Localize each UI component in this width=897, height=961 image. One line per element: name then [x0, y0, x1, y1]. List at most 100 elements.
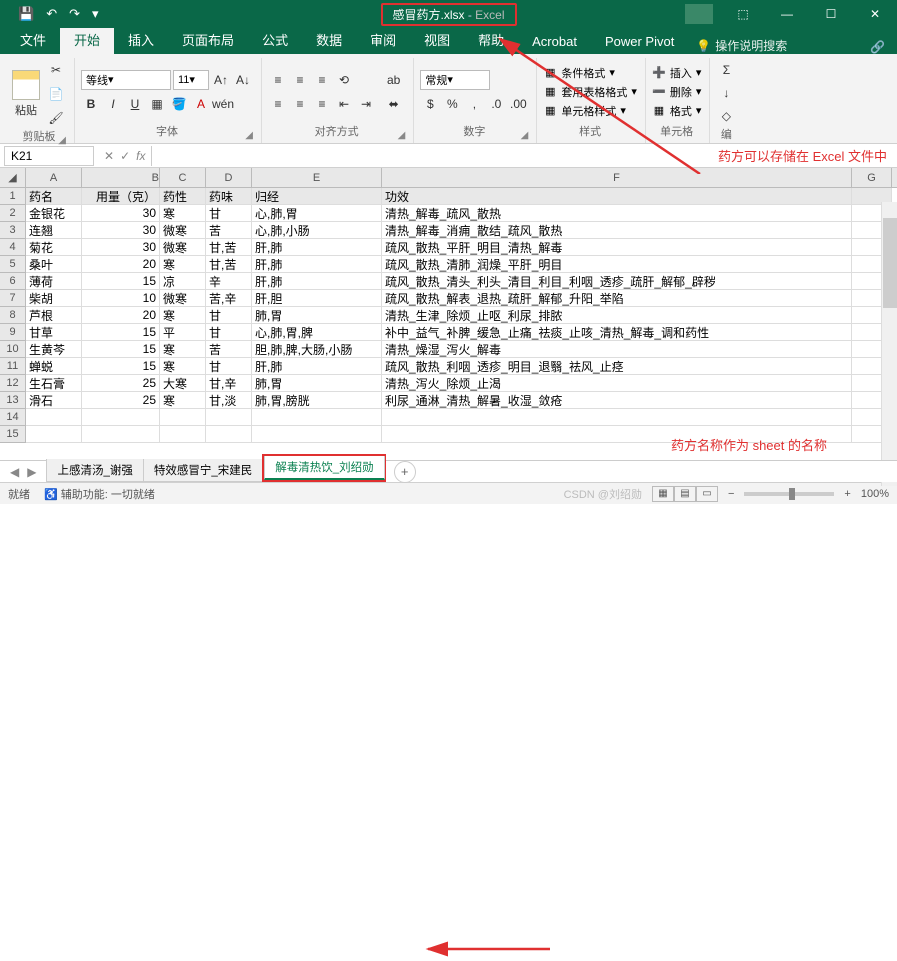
cell[interactable]: 15 — [82, 358, 160, 374]
cell[interactable]: 15 — [82, 273, 160, 289]
align-top-icon[interactable]: ≡ — [268, 70, 288, 90]
grid-row[interactable]: 药名用量（克）药性药味归经功效 — [26, 188, 892, 205]
currency-icon[interactable]: $ — [420, 94, 440, 114]
row-header[interactable]: 13 — [0, 392, 26, 409]
increase-font-icon[interactable]: A↑ — [211, 70, 231, 90]
zoom-level[interactable]: 100% — [861, 488, 889, 500]
select-all-corner[interactable]: ◢ — [0, 168, 26, 188]
format-as-table-button[interactable]: ▦套用表格格式 ▾ — [543, 84, 637, 100]
cell-styles-button[interactable]: ▦单元格样式 ▾ — [543, 103, 637, 119]
decrease-font-icon[interactable]: A↓ — [233, 70, 253, 90]
cell[interactable]: 肝,肺 — [252, 256, 382, 272]
cell[interactable]: 肝,肺 — [252, 273, 382, 289]
cell[interactable]: 寒 — [160, 256, 206, 272]
cell[interactable]: 胆,肺,脾,大肠,小肠 — [252, 341, 382, 357]
cell[interactable]: 寒 — [160, 392, 206, 408]
indent-decrease-icon[interactable]: ⇤ — [334, 94, 354, 114]
cell[interactable]: 大寒 — [160, 375, 206, 391]
sheet-nav-next-icon[interactable]: ▶ — [27, 465, 36, 479]
minimize-button[interactable]: — — [765, 0, 809, 28]
align-bottom-icon[interactable]: ≡ — [312, 70, 332, 90]
tab-data[interactable]: 数据 — [302, 25, 356, 54]
phonetic-button[interactable]: wén — [213, 94, 233, 114]
paste-button[interactable]: 粘贴 — [12, 70, 40, 118]
vertical-scrollbar[interactable] — [881, 202, 897, 486]
cell[interactable]: 微寒 — [160, 290, 206, 306]
dialog-launcher-icon[interactable]: ◢ — [398, 130, 406, 141]
cell[interactable]: 寒 — [160, 358, 206, 374]
save-icon[interactable]: 💾 — [18, 6, 34, 22]
cell[interactable]: 药性 — [160, 188, 206, 204]
cell[interactable]: 用量（克） — [82, 188, 160, 204]
cell[interactable]: 寒 — [160, 307, 206, 323]
cell[interactable]: 凉 — [160, 273, 206, 289]
zoom-in-icon[interactable]: + — [844, 488, 850, 500]
clear-icon[interactable]: ◇ — [716, 106, 736, 126]
cell[interactable]: 微寒 — [160, 239, 206, 255]
cell[interactable]: 平 — [160, 324, 206, 340]
row-header[interactable]: 2 — [0, 205, 26, 222]
tab-page-layout[interactable]: 页面布局 — [168, 25, 248, 54]
grid-row[interactable]: 连翘30微寒苦心,肺,小肠清热_解毒_消痈_散结_疏风_散热 — [26, 222, 892, 239]
align-middle-icon[interactable]: ≡ — [290, 70, 310, 90]
border-button[interactable]: ▦ — [147, 94, 167, 114]
grid-row[interactable]: 生石膏25大寒甘,辛肺,胃清热_泻火_除烦_止渴 — [26, 375, 892, 392]
indent-increase-icon[interactable]: ⇥ — [356, 94, 376, 114]
row-header[interactable]: 9 — [0, 324, 26, 341]
normal-view-icon[interactable]: ▦ — [652, 486, 674, 502]
redo-icon[interactable]: ↷ — [69, 6, 80, 22]
cell[interactable]: 辛 — [206, 273, 252, 289]
cell[interactable]: 滑石 — [26, 392, 82, 408]
cell[interactable]: 苦,辛 — [206, 290, 252, 306]
wrap-text-button[interactable]: ab — [382, 70, 405, 90]
dialog-launcher-icon[interactable]: ◢ — [521, 130, 529, 141]
italic-button[interactable]: I — [103, 94, 123, 114]
cell[interactable]: 10 — [82, 290, 160, 306]
cell[interactable]: 心,肺,胃 — [252, 205, 382, 221]
cell[interactable]: 菊花 — [26, 239, 82, 255]
grid-row[interactable] — [26, 409, 892, 426]
percent-icon[interactable]: % — [442, 94, 462, 114]
tab-help[interactable]: 帮助 — [464, 25, 518, 54]
undo-icon[interactable]: ↶ — [46, 6, 57, 22]
cell[interactable]: 25 — [82, 375, 160, 391]
grid-row[interactable]: 滑石25寒甘,淡肺,胃,膀胱利尿_通淋_清热_解暑_收湿_敛疮 — [26, 392, 892, 409]
row-header[interactable]: 3 — [0, 222, 26, 239]
align-left-icon[interactable]: ≡ — [268, 94, 288, 114]
page-layout-view-icon[interactable]: ▤ — [674, 486, 696, 502]
cell[interactable]: 15 — [82, 341, 160, 357]
grid-row[interactable]: 柴胡10微寒苦,辛肝,胆疏风_散热_解表_退热_疏肝_解郁_升阳_举陷 — [26, 290, 892, 307]
cell[interactable]: 蝉蜕 — [26, 358, 82, 374]
cell[interactable]: 功效 — [382, 188, 852, 204]
cell[interactable]: 疏风_散热_解表_退热_疏肝_解郁_升阳_举陷 — [382, 290, 852, 306]
name-box[interactable]: K21 — [4, 146, 94, 166]
cell[interactable]: 生石膏 — [26, 375, 82, 391]
cell[interactable]: 药名 — [26, 188, 82, 204]
share-button[interactable]: 🔗 — [870, 40, 885, 54]
cell[interactable]: 甘,辛 — [206, 375, 252, 391]
sheet-tab[interactable]: 特效感冒宁_宋建民 — [143, 459, 263, 482]
tab-view[interactable]: 视图 — [410, 25, 464, 54]
tab-file[interactable]: 文件 — [6, 25, 60, 54]
tab-acrobat[interactable]: Acrobat — [518, 29, 591, 54]
cell[interactable] — [382, 409, 852, 425]
font-color-button[interactable]: A — [191, 94, 211, 114]
page-break-view-icon[interactable]: ▭ — [696, 486, 718, 502]
cell[interactable]: 寒 — [160, 205, 206, 221]
ribbon-display-options-icon[interactable]: ⬚ — [721, 0, 765, 28]
cell[interactable]: 30 — [82, 222, 160, 238]
cell[interactable]: 甘草 — [26, 324, 82, 340]
cell[interactable]: 苦 — [206, 341, 252, 357]
cell[interactable]: 疏风_散热_清头_利头_清目_利目_利咽_透疹_疏肝_解郁_辟秽 — [382, 273, 852, 289]
cell[interactable] — [206, 426, 252, 442]
cell[interactable]: 肝,肺 — [252, 239, 382, 255]
col-header[interactable]: G — [852, 168, 892, 187]
cell[interactable]: 心,肺,胃,脾 — [252, 324, 382, 340]
align-right-icon[interactable]: ≡ — [312, 94, 332, 114]
row-header[interactable]: 1 — [0, 188, 26, 205]
cell[interactable]: 连翘 — [26, 222, 82, 238]
row-header[interactable]: 15 — [0, 426, 26, 443]
row-header[interactable]: 4 — [0, 239, 26, 256]
cell[interactable]: 肺,胃 — [252, 375, 382, 391]
sheet-tab[interactable]: 上感清汤_谢强 — [46, 459, 143, 482]
